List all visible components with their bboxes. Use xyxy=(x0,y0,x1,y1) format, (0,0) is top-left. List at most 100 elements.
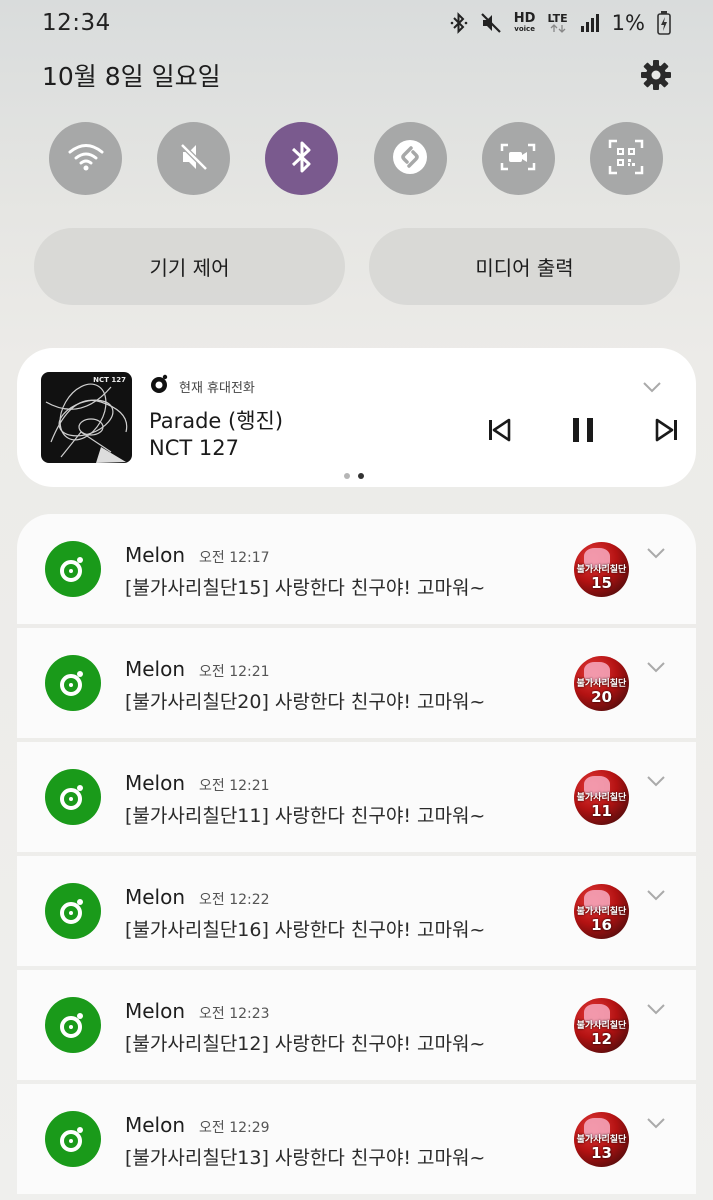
mute-icon xyxy=(177,140,211,178)
sender-avatar: 불가사리칠단 15 xyxy=(574,542,629,597)
notification-header: Melon 오전 12:21 xyxy=(125,771,270,795)
notification-time: 오전 12:22 xyxy=(199,892,270,908)
media-player-card[interactable]: NCT 127 현재 휴대전화 Parade (행진) NCT 127 xyxy=(17,348,696,487)
melon-app-icon xyxy=(45,997,101,1053)
notification-time: 오전 12:21 xyxy=(199,778,270,794)
bluetooth-icon xyxy=(287,139,317,179)
date-row: 10월 8일 일요일 xyxy=(42,55,672,95)
page-dot xyxy=(344,473,350,479)
date-text: 10월 8일 일요일 xyxy=(42,62,221,91)
signal-icon xyxy=(580,13,600,33)
media-controls xyxy=(485,416,681,444)
track-title: Parade (행진) xyxy=(149,409,284,433)
notification-item[interactable]: Melon 오전 12:23 [불가사리칠단12] 사랑한다 친구야! 고마워~… xyxy=(17,970,696,1080)
media-source: 현재 휴대전화 xyxy=(149,374,255,398)
notification-body: [불가사리칠단11] 사랑한다 친구야! 고마워~ xyxy=(125,805,486,827)
screen-record-icon xyxy=(500,142,536,176)
notification-header: Melon 오전 12:29 xyxy=(125,1113,270,1137)
battery-charging-icon xyxy=(657,11,671,35)
track-artist: NCT 127 xyxy=(149,436,239,460)
chevron-down-icon[interactable] xyxy=(646,1000,666,1019)
status-clock: 12:34 xyxy=(42,10,111,36)
notification-item[interactable]: Melon 오전 12:21 [불가사리칠단20] 사랑한다 친구야! 고마워~… xyxy=(17,628,696,738)
notification-header: Melon 오전 12:17 xyxy=(125,543,270,567)
notification-time: 오전 12:29 xyxy=(199,1120,270,1136)
quick-toggles xyxy=(49,122,663,195)
wifi-toggle[interactable] xyxy=(49,122,122,195)
wifi-icon xyxy=(68,142,104,176)
notification-time: 오전 12:17 xyxy=(199,550,270,566)
sender-avatar: 불가사리칠단 20 xyxy=(574,656,629,711)
previous-icon[interactable] xyxy=(485,416,513,444)
shazam-toggle[interactable] xyxy=(373,122,447,195)
gear-icon[interactable] xyxy=(640,59,672,91)
melon-app-icon xyxy=(45,1111,101,1167)
album-art: NCT 127 xyxy=(41,372,132,463)
lte-icon: LTE xyxy=(547,13,568,33)
notification-header: Melon 오전 12:22 xyxy=(125,885,270,909)
sound-toggle[interactable] xyxy=(157,122,231,195)
notification-item[interactable]: Melon 오전 12:22 [불가사리칠단16] 사랑한다 친구야! 고마워~… xyxy=(17,856,696,966)
sender-avatar: 불가사리칠단 16 xyxy=(574,884,629,939)
notification-list: Melon 오전 12:17 [불가사리칠단15] 사랑한다 친구야! 고마워~… xyxy=(17,514,696,1198)
notification-time: 오전 12:21 xyxy=(199,664,270,680)
notification-header: Melon 오전 12:21 xyxy=(125,657,270,681)
chevron-down-icon[interactable] xyxy=(642,378,662,397)
notification-body: [불가사리칠단15] 사랑한다 친구야! 고마워~ xyxy=(125,577,486,599)
notification-app-name: Melon xyxy=(125,657,186,681)
melon-app-icon xyxy=(45,769,101,825)
chevron-down-icon[interactable] xyxy=(646,544,666,563)
qr-scanner-toggle[interactable] xyxy=(589,122,663,195)
notification-body: [불가사리칠단20] 사랑한다 친구야! 고마워~ xyxy=(125,691,486,713)
notification-app-name: Melon xyxy=(125,543,186,567)
avatar-number: 13 xyxy=(591,1144,612,1162)
chevron-down-icon[interactable] xyxy=(646,1114,666,1133)
next-icon[interactable] xyxy=(653,416,681,444)
notification-body: [불가사리칠단13] 사랑한다 친구야! 고마워~ xyxy=(125,1147,486,1169)
sender-avatar: 불가사리칠단 12 xyxy=(574,998,629,1053)
status-icons: HD voice LTE 1% xyxy=(450,11,671,35)
notification-app-name: Melon xyxy=(125,771,186,795)
chevron-down-icon[interactable] xyxy=(646,658,666,677)
avatar-number: 11 xyxy=(591,802,612,820)
avatar-number: 15 xyxy=(591,574,612,592)
melon-app-icon xyxy=(45,655,101,711)
notification-app-name: Melon xyxy=(125,885,186,909)
chevron-down-icon[interactable] xyxy=(646,772,666,791)
notification-item[interactable]: Melon 오전 12:17 [불가사리칠단15] 사랑한다 친구야! 고마워~… xyxy=(17,514,696,624)
mute-icon xyxy=(480,12,502,34)
bluetooth-toggle[interactable] xyxy=(265,122,339,195)
notification-time: 오전 12:23 xyxy=(199,1006,270,1022)
hd-voice-icon: HD voice xyxy=(513,11,536,33)
media-output-button[interactable]: 미디어 출력 xyxy=(369,228,680,305)
avatar-number: 20 xyxy=(591,688,612,706)
media-page-indicator xyxy=(344,473,364,479)
shazam-icon xyxy=(391,138,429,180)
battery-percent: 1% xyxy=(611,11,645,35)
melon-app-icon xyxy=(45,883,101,939)
page-dot-active xyxy=(358,473,364,479)
pause-icon[interactable] xyxy=(569,416,597,444)
melon-app-icon xyxy=(45,541,101,597)
notification-body: [불가사리칠단12] 사랑한다 친구야! 고마워~ xyxy=(125,1033,486,1055)
device-control-button[interactable]: 기기 제어 xyxy=(34,228,345,305)
bluetooth-icon xyxy=(450,12,468,34)
notification-item[interactable]: Melon 오전 12:29 [불가사리칠단13] 사랑한다 친구야! 고마워~… xyxy=(17,1084,696,1194)
melon-small-icon xyxy=(149,374,169,398)
notification-item[interactable]: Melon 오전 12:21 [불가사리칠단11] 사랑한다 친구야! 고마워~… xyxy=(17,742,696,852)
sender-avatar: 불가사리칠단 13 xyxy=(574,1112,629,1167)
sender-avatar: 불가사리칠단 11 xyxy=(574,770,629,825)
avatar-number: 16 xyxy=(591,916,612,934)
notification-app-name: Melon xyxy=(125,1113,186,1137)
album-tag: NCT 127 xyxy=(93,376,126,384)
qr-scan-icon xyxy=(608,139,644,179)
notification-app-name: Melon xyxy=(125,999,186,1023)
notification-body: [불가사리칠단16] 사랑한다 친구야! 고마워~ xyxy=(125,919,486,941)
status-bar: 12:34 HD voice LTE 1% xyxy=(0,0,713,46)
screen-recorder-toggle[interactable] xyxy=(481,122,555,195)
media-source-label: 현재 휴대전화 xyxy=(179,380,255,396)
notification-header: Melon 오전 12:23 xyxy=(125,999,270,1023)
chevron-down-icon[interactable] xyxy=(646,886,666,905)
avatar-number: 12 xyxy=(591,1030,612,1048)
pill-row: 기기 제어 미디어 출력 xyxy=(34,228,680,305)
